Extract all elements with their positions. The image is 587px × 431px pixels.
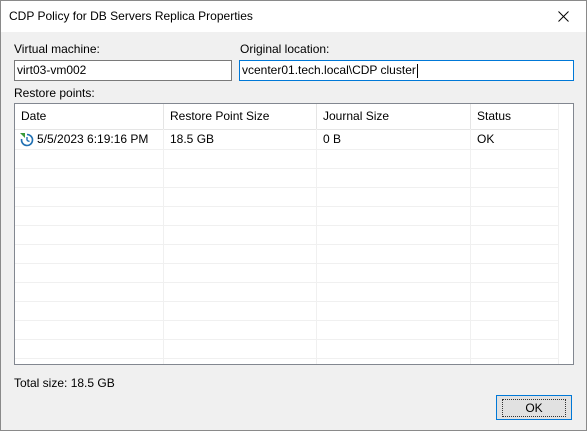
column-header-journal-size[interactable]: Journal Size <box>317 104 470 129</box>
original-location-field[interactable]: vcenter01.tech.local\CDP cluster <box>239 60 574 81</box>
column-header-restore-point-size[interactable]: Restore Point Size <box>164 104 316 129</box>
ok-button-label: OK <box>502 398 566 417</box>
total-size-label: Total size: 18.5 GB <box>14 376 115 390</box>
restore-points-list[interactable]: Date Restore Point Size Journal Size Sta… <box>14 103 574 365</box>
ok-button[interactable]: OK <box>496 395 572 420</box>
properties-dialog: CDP Policy for DB Servers Replica Proper… <box>0 0 587 431</box>
original-location-label: Original location: <box>240 42 330 56</box>
restore-point-size: 18.5 GB <box>170 132 215 146</box>
restore-point-date: 5/5/2023 6:19:16 PM <box>37 132 149 146</box>
list-header: Date Restore Point Size Journal Size Sta… <box>15 104 573 130</box>
restore-point-clock-icon <box>19 132 35 147</box>
close-button[interactable] <box>540 1 586 32</box>
text-caret <box>416 63 418 78</box>
restore-points-label: Restore points: <box>14 86 95 100</box>
virtual-machine-value: virt03-vm002 <box>17 63 87 77</box>
original-location-value: vcenter01.tech.local\CDP cluster <box>242 63 416 77</box>
virtual-machine-label: Virtual machine: <box>14 42 100 56</box>
window-title: CDP Policy for DB Servers Replica Proper… <box>9 9 253 23</box>
list-item[interactable]: 5/5/2023 6:19:16 PM 18.5 GB 0 B OK <box>15 130 560 149</box>
journal-size: 0 B <box>323 132 342 146</box>
list-scrollbar-area <box>558 104 573 364</box>
close-icon <box>557 11 569 22</box>
column-header-status[interactable]: Status <box>471 104 559 129</box>
restore-point-status: OK <box>477 132 495 146</box>
column-header-date[interactable]: Date <box>15 104 163 129</box>
virtual-machine-field[interactable]: virt03-vm002 <box>14 60 232 81</box>
title-bar: CDP Policy for DB Servers Replica Proper… <box>1 1 586 32</box>
